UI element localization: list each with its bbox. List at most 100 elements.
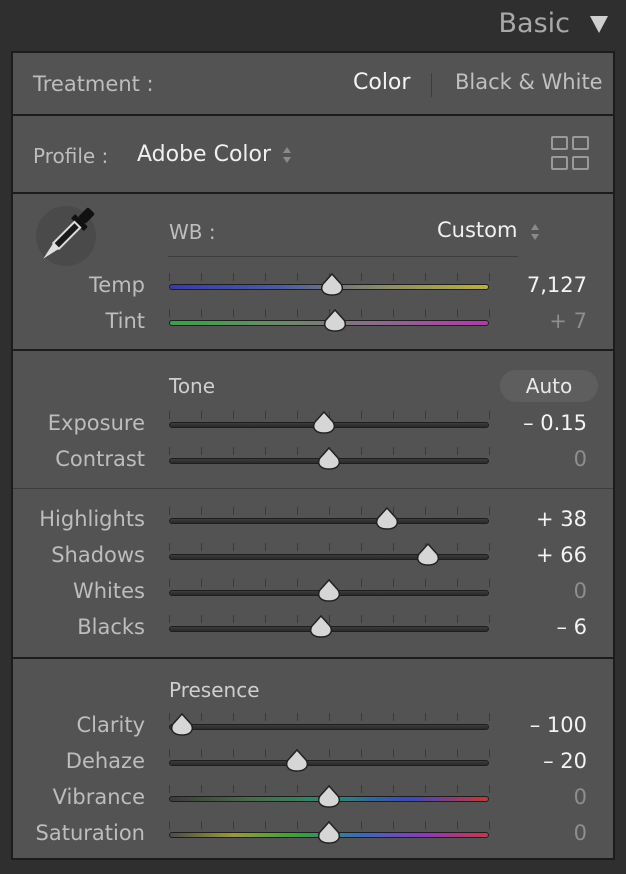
tick-mark (297, 411, 298, 419)
profile-label: Profile : (33, 144, 109, 168)
dehaze-value[interactable]: – 20 (487, 749, 587, 773)
highlights-value[interactable]: + 38 (487, 507, 587, 531)
treatment-bw-option[interactable]: Black & White (455, 70, 603, 94)
panel-title[interactable]: Basic (499, 8, 570, 39)
whites-label: Whites (72, 579, 145, 603)
presence-heading: Presence (169, 678, 260, 702)
tick-mark (393, 273, 394, 281)
clarity-value[interactable]: – 100 (487, 713, 587, 737)
tick-mark (329, 543, 330, 551)
highlights-label: Highlights (39, 507, 145, 531)
whites-value[interactable]: 0 (487, 579, 587, 603)
tick-mark (201, 713, 202, 721)
basic-panel: Basic Treatment : Color Black & White Pr… (0, 0, 626, 874)
highlights-slider-track[interactable] (169, 518, 489, 524)
vibrance-value[interactable]: 0 (487, 785, 587, 809)
tick-mark (361, 785, 362, 793)
tick-mark (265, 273, 266, 281)
profile-section: Profile : Adobe Color (11, 114, 615, 194)
tick-mark (265, 309, 266, 317)
tick-mark (393, 543, 394, 551)
tint-label: Tint (105, 309, 145, 333)
treatment-section: Treatment : Color Black & White (11, 51, 615, 116)
exposure-value[interactable]: – 0.15 (487, 411, 587, 435)
vibrance-label: Vibrance (52, 785, 145, 809)
tick-mark (169, 785, 170, 793)
dehaze-tick-marks (169, 749, 490, 757)
tick-mark (169, 447, 170, 455)
shadows-label: Shadows (51, 543, 145, 567)
clarity-label: Clarity (76, 713, 146, 737)
tick-mark (393, 411, 394, 419)
shadows-slider-track[interactable] (169, 554, 489, 560)
tick-mark (297, 309, 298, 317)
tick-mark (393, 821, 394, 829)
tick-mark (297, 785, 298, 793)
tick-mark (457, 749, 458, 757)
tick-mark (361, 309, 362, 317)
tick-mark (201, 273, 202, 281)
tick-mark (233, 507, 234, 515)
tick-mark (361, 447, 362, 455)
tick-mark (393, 749, 394, 757)
wb-label: WB : (169, 220, 216, 244)
tick-mark (425, 273, 426, 281)
tick-mark (201, 309, 202, 317)
shadows-tick-marks (169, 543, 490, 551)
contrast-value[interactable]: 0 (487, 447, 587, 471)
presence-separator (13, 657, 613, 659)
tick-mark (201, 749, 202, 757)
treatment-color-option[interactable]: Color (353, 70, 410, 95)
saturation-value[interactable]: 0 (487, 821, 587, 845)
temp-value[interactable]: 7,127 (487, 273, 587, 297)
wb-eyedropper-icon[interactable] (33, 202, 99, 272)
tick-mark (457, 713, 458, 721)
dehaze-slider-track[interactable] (169, 760, 489, 766)
tick-mark (361, 615, 362, 623)
tick-mark (233, 543, 234, 551)
wb-updown-icon[interactable] (529, 222, 541, 242)
tick-mark (361, 749, 362, 757)
blacks-label: Blacks (77, 615, 145, 639)
tone-auto-button[interactable]: Auto (500, 370, 598, 402)
tick-mark (361, 273, 362, 281)
tick-mark (297, 447, 298, 455)
tick-mark (169, 579, 170, 587)
shadows-value[interactable]: + 66 (487, 543, 587, 567)
profile-browser-grid-icon[interactable] (551, 136, 591, 172)
tint-value[interactable]: + 7 (487, 309, 587, 333)
tick-mark (329, 713, 330, 721)
tick-mark (201, 543, 202, 551)
tick-mark (457, 273, 458, 281)
wb-underline (168, 256, 518, 257)
tick-mark (297, 615, 298, 623)
tick-mark (361, 579, 362, 587)
tick-mark (361, 713, 362, 721)
contrast-label: Contrast (55, 447, 145, 471)
tick-mark (425, 821, 426, 829)
saturation-label: Saturation (35, 821, 145, 845)
tick-mark (361, 821, 362, 829)
tick-mark (297, 507, 298, 515)
tick-mark (425, 785, 426, 793)
tick-mark (169, 411, 170, 419)
tick-mark (169, 543, 170, 551)
tick-mark (457, 821, 458, 829)
clarity-slider-track[interactable] (169, 724, 489, 730)
tick-mark (233, 579, 234, 587)
tick-mark (297, 579, 298, 587)
tick-mark (201, 447, 202, 455)
blacks-value[interactable]: – 6 (487, 615, 587, 639)
tick-mark (233, 273, 234, 281)
tick-mark (265, 543, 266, 551)
tick-mark (329, 749, 330, 757)
profile-select[interactable]: Adobe Color (137, 142, 271, 167)
collapse-triangle-icon[interactable] (590, 16, 608, 33)
tick-mark (425, 411, 426, 419)
profile-updown-icon[interactable] (281, 145, 293, 165)
tick-mark (265, 749, 266, 757)
tick-mark (457, 579, 458, 587)
wb-select[interactable]: Custom (437, 218, 517, 242)
tick-mark (457, 507, 458, 515)
treatment-divider (431, 73, 432, 97)
